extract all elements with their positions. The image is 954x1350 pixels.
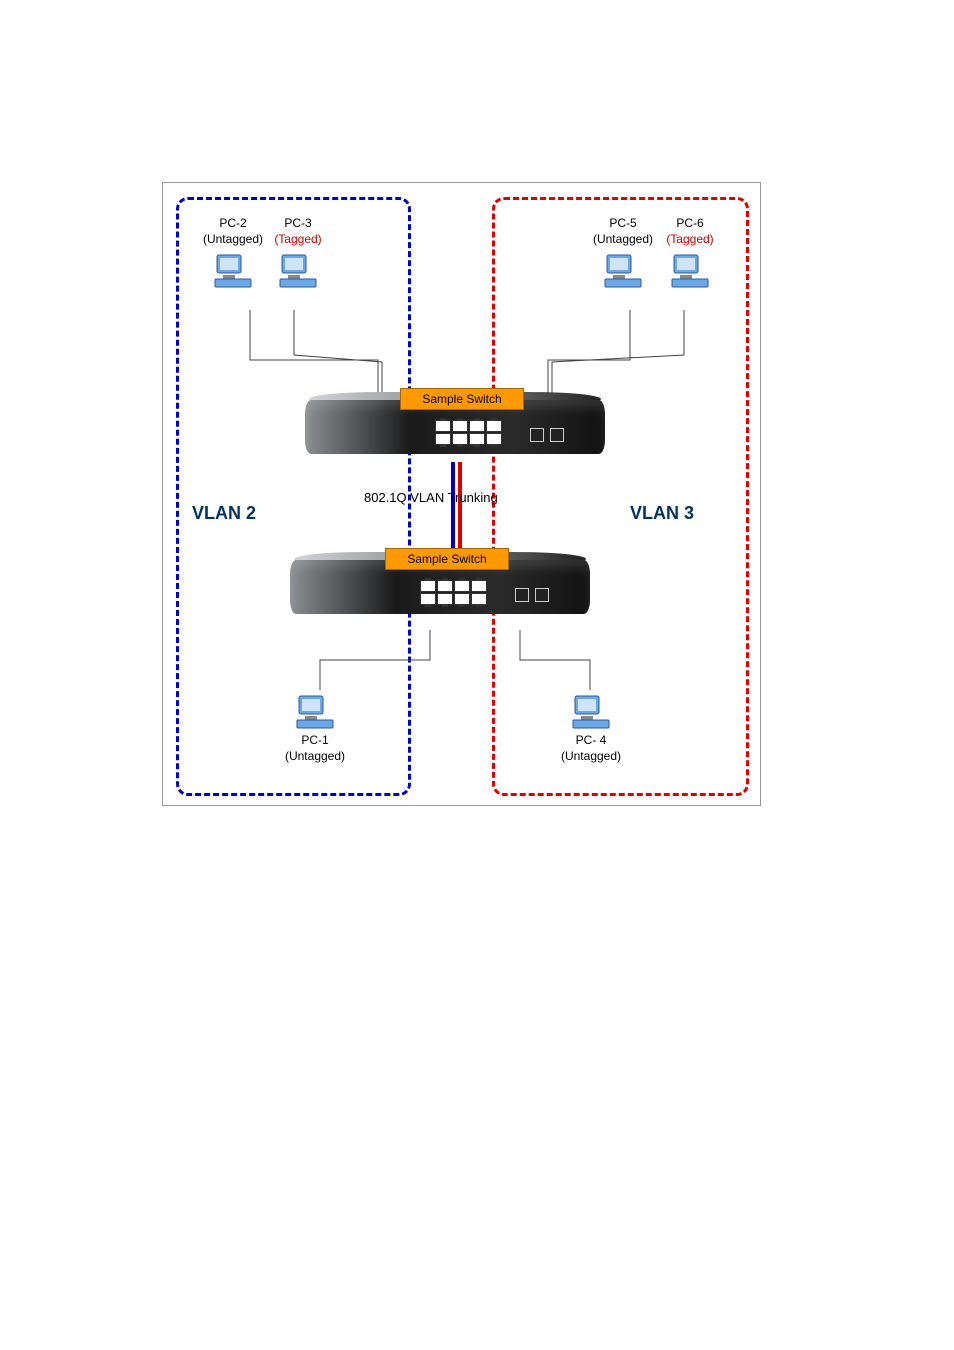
pc-icon [571, 694, 611, 730]
pc-1: PC-1 (Untagged) [276, 688, 354, 764]
switch-ports [435, 420, 505, 444]
diagram-canvas: VLAN 2 VLAN 3 802.1Q VLAN Trunking PC-2 … [0, 0, 954, 1350]
pc-3: PC-3 (Tagged) [268, 216, 328, 292]
pc-2-tag: (Untagged) [202, 232, 264, 248]
pc-icon [670, 253, 710, 289]
pc-2-name: PC-2 [202, 216, 264, 232]
pc-icon [603, 253, 643, 289]
pc-6-name: PC-6 [660, 216, 720, 232]
pc-4: PC- 4 (Untagged) [552, 688, 630, 764]
pc-icon [278, 253, 318, 289]
pc-icon [213, 253, 253, 289]
switch-bottom: Sample Switch [290, 552, 600, 622]
vlan-2-label: VLAN 2 [192, 503, 256, 524]
trunk-label: 802.1Q VLAN Trunking [364, 490, 498, 505]
pc-4-tag: (Untagged) [552, 749, 630, 765]
pc-2: PC-2 (Untagged) [202, 216, 264, 292]
pc-5-name: PC-5 [592, 216, 654, 232]
pc-1-tag: (Untagged) [276, 749, 354, 765]
pc-4-name: PC- 4 [552, 733, 630, 749]
switch-bottom-label: Sample Switch [385, 548, 509, 570]
pc-3-name: PC-3 [268, 216, 328, 232]
pc-6: PC-6 (Tagged) [660, 216, 720, 292]
switch-leds [515, 588, 549, 602]
switch-top-label: Sample Switch [400, 388, 524, 410]
pc-5: PC-5 (Untagged) [592, 216, 654, 292]
vlan-3-label: VLAN 3 [630, 503, 694, 524]
pc-6-tag: (Tagged) [660, 232, 720, 248]
pc-icon [295, 694, 335, 730]
pc-5-tag: (Untagged) [592, 232, 654, 248]
switch-leds [530, 428, 564, 442]
pc-3-tag: (Tagged) [268, 232, 328, 248]
switch-top: Sample Switch [305, 392, 615, 462]
pc-1-name: PC-1 [276, 733, 354, 749]
switch-ports [420, 580, 490, 604]
